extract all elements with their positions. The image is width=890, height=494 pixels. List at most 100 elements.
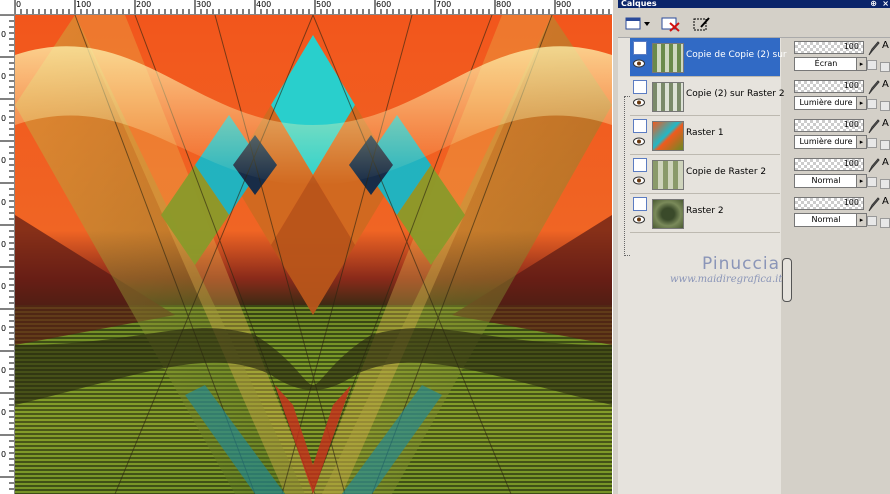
mask-icon[interactable] [867,177,877,187]
lock-indicator: A [882,40,889,51]
close-icon[interactable]: × [882,0,889,8]
link-icon[interactable] [880,62,890,72]
layer-row[interactable]: Raster 1 [630,116,780,155]
new-layer-icon [625,17,650,30]
ruler-corner [0,0,15,15]
ruler-label: 0 [1,156,7,165]
pin-icon[interactable]: ⊕ [870,0,877,8]
layer-properties: 100 Écran ▸ A [792,38,890,76]
ruler-label: 0 [1,408,7,417]
blend-mode-select[interactable]: Lumière dure [794,96,858,110]
blend-mode-select[interactable]: Écran [794,57,858,71]
ruler-label: 0 [1,366,7,375]
edit-brush-icon[interactable] [866,79,880,95]
blend-dropdown-arrow-icon[interactable]: ▸ [856,57,867,71]
layer-properties: 100 Normal ▸ A [792,155,890,193]
opacity-slider[interactable]: 100 [794,119,864,132]
link-icon[interactable] [880,101,890,111]
blend-mode-select[interactable]: Normal [794,213,858,227]
layer-row[interactable]: Raster 2 [630,194,780,233]
mask-icon[interactable] [867,216,877,226]
layer-row[interactable]: Copie de Copie (2) sur [630,38,787,77]
panel-title: Calques [621,0,657,8]
layer-row[interactable]: Copie de Raster 2 [630,155,780,194]
raster-layer-icon [633,158,647,172]
lock-indicator: A [882,118,889,129]
ruler-label: 0 [16,0,22,9]
layers-panel: Calques ⊕ × Copie de Copie (2) sur Copie… [618,0,890,494]
opacity-slider[interactable]: 100 [794,41,864,54]
ruler-label: 900 [556,0,572,9]
new-layer-button[interactable] [622,13,654,35]
blend-dropdown-arrow-icon[interactable]: ▸ [856,135,867,149]
raster-layer-icon [633,41,647,55]
edit-brush-icon[interactable] [866,157,880,173]
delete-layer-icon [661,17,680,32]
link-icon[interactable] [880,218,890,228]
ruler-label: 800 [496,0,512,9]
opacity-value: 100 [843,81,859,90]
mask-icon[interactable] [867,60,877,70]
watermark-url: www.maidiregrafica.it [670,274,783,285]
layer-thumbnail [652,43,684,73]
opacity-value: 100 [843,198,859,207]
ruler-label: 0 [1,30,7,39]
link-icon[interactable] [880,140,890,150]
ruler-vertical: 0 0 0 0 0 0 0 0 0 0 0 [0,14,15,494]
lock-indicator: A [882,79,889,90]
ruler-horizontal-ticks [14,0,610,14]
ruler-label: 0 [1,240,7,249]
layer-name: Copie (2) sur Raster 2 [686,89,785,99]
layer-properties: 100 Normal ▸ A [792,194,890,232]
raster-layer-icon [633,197,647,211]
ruler-horizontal: 0 100 200 300 400 500 600 700 800 900 [0,0,612,15]
layer-name: Copie de Copie (2) sur [686,50,787,60]
layer-name: Copie de Raster 2 [686,167,767,177]
edit-selection-button[interactable] [690,13,714,35]
image-canvas[interactable] [15,15,612,494]
mask-icon[interactable] [867,138,877,148]
ruler-vertical-ticks [0,14,14,490]
blend-dropdown-arrow-icon[interactable]: ▸ [856,213,867,227]
delete-layer-button[interactable] [658,13,684,35]
layer-thumbnail [652,160,684,190]
link-icon[interactable] [880,179,890,189]
ruler-label: 600 [376,0,392,9]
raster-layer-icon [633,80,647,94]
blend-mode-select[interactable]: Lumière dure [794,135,858,149]
blend-dropdown-arrow-icon[interactable]: ▸ [856,174,867,188]
opacity-slider[interactable]: 100 [794,80,864,93]
visibility-eye-icon[interactable] [633,98,645,107]
layer-properties-column: 100 Écran ▸ A 100 Lumière dure ▸ A 100 L… [792,38,890,494]
canvas-artwork [15,15,612,494]
layer-properties: 100 Lumière dure ▸ A [792,77,890,115]
edit-brush-icon[interactable] [866,40,880,56]
layer-name: Raster 1 [686,128,724,138]
layer-row[interactable]: Copie (2) sur Raster 2 [630,77,785,116]
visibility-eye-icon[interactable] [633,137,645,146]
mask-icon[interactable] [867,99,877,109]
visibility-eye-icon[interactable] [633,59,645,68]
layer-thumbnail [652,82,684,112]
ruler-label: 0 [1,72,7,81]
ruler-label: 200 [136,0,152,9]
panel-splitter-handle[interactable] [782,258,792,302]
visibility-eye-icon[interactable] [633,176,645,185]
opacity-value: 100 [843,42,859,51]
ruler-label: 0 [1,114,7,123]
lock-indicator: A [882,196,889,207]
ruler-label: 100 [76,0,92,9]
ruler-label: 0 [1,324,7,333]
edit-brush-icon[interactable] [866,196,880,212]
opacity-value: 100 [843,120,859,129]
opacity-slider[interactable]: 100 [794,197,864,210]
blend-mode-select[interactable]: Normal [794,174,858,188]
edit-selection-icon [693,17,710,31]
opacity-slider[interactable]: 100 [794,158,864,171]
ruler-label: 700 [436,0,452,9]
visibility-eye-icon[interactable] [633,215,645,224]
panel-title-bar: Calques ⊕ × [618,0,890,8]
edit-brush-icon[interactable] [866,118,880,134]
blend-dropdown-arrow-icon[interactable]: ▸ [856,96,867,110]
ruler-label: 0 [1,198,7,207]
